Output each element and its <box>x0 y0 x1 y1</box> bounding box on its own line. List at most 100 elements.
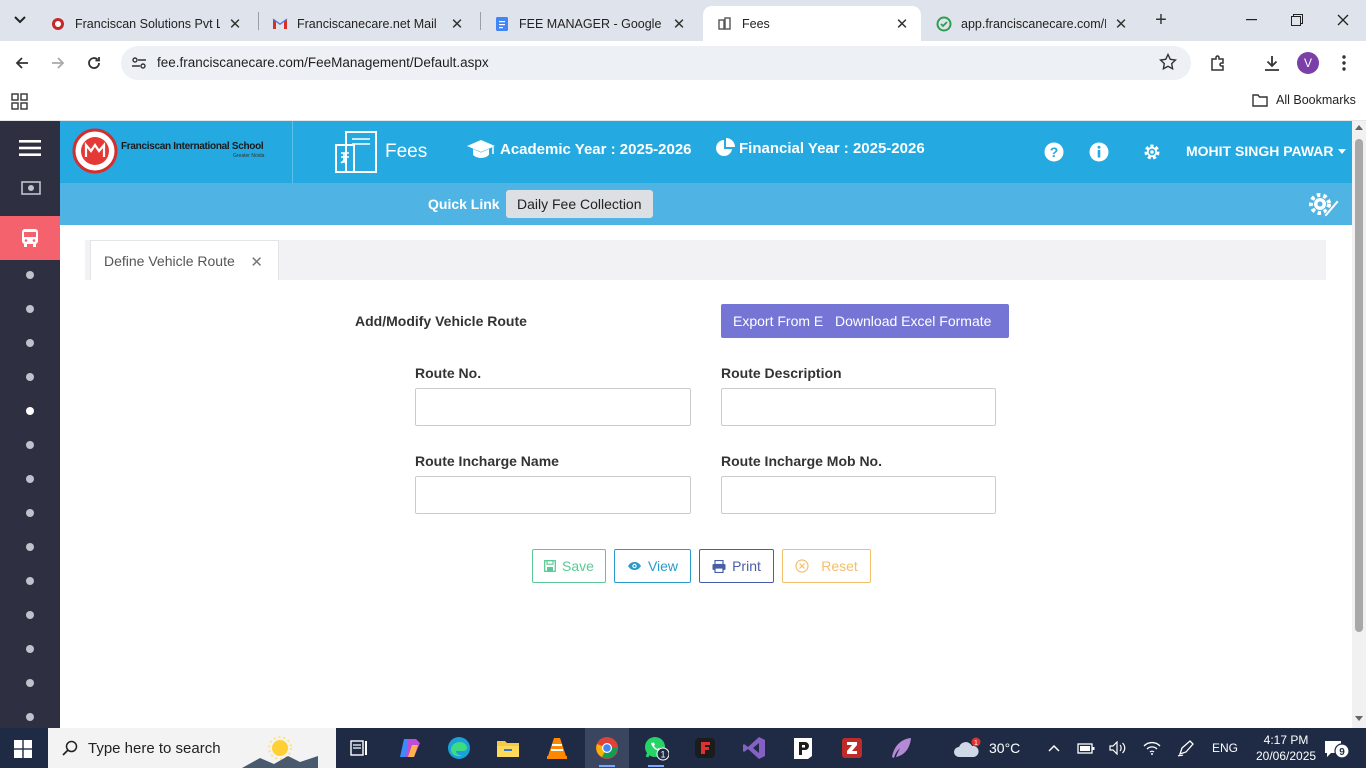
academic-year-selector[interactable]: Academic Year : 2025-2026 <box>466 138 692 160</box>
feather-app-icon[interactable] <box>879 728 923 768</box>
apps-grid-icon[interactable] <box>11 93 28 110</box>
help-icon[interactable]: ? <box>1044 142 1064 162</box>
reset-button[interactable]: Reset <box>782 549 871 583</box>
pen-icon[interactable] <box>1174 728 1198 768</box>
sidebar-subitem[interactable] <box>26 441 34 449</box>
hamburger-menu-icon[interactable] <box>19 140 41 156</box>
fees-module-title[interactable]: Fees <box>333 129 427 175</box>
incharge-name-label: Route Incharge Name <box>415 453 559 469</box>
sidebar-subitem[interactable] <box>26 475 34 483</box>
wifi-icon[interactable] <box>1140 728 1164 768</box>
save-button[interactable]: Save <box>532 549 606 583</box>
profile-button[interactable]: V <box>1294 49 1322 77</box>
minimize-button[interactable] <box>1228 0 1274 40</box>
copilot-icon[interactable] <box>388 728 432 768</box>
view-button[interactable]: View <box>614 549 691 583</box>
daily-fee-collection-button[interactable]: Daily Fee Collection <box>506 190 653 218</box>
edge-browser-icon[interactable] <box>437 728 481 768</box>
windows-start-icon[interactable] <box>14 740 32 758</box>
bookmark-star-icon[interactable] <box>1159 53 1179 73</box>
page-scrollbar[interactable] <box>1352 121 1366 728</box>
close-tab-icon[interactable]: ✕ <box>893 15 911 33</box>
close-tab-icon[interactable]: ✕ <box>448 15 466 33</box>
downloads-button[interactable] <box>1258 49 1286 77</box>
whatsapp-badge: 1 <box>660 750 665 760</box>
browser-menu-button[interactable] <box>1330 49 1358 77</box>
close-window-button[interactable] <box>1320 0 1366 40</box>
extensions-button[interactable] <box>1204 49 1232 77</box>
settings-gear-icon[interactable] <box>1142 142 1162 162</box>
close-icon[interactable]: ✕ <box>250 253 263 271</box>
chrome-icon[interactable] <box>585 728 629 768</box>
cash-icon[interactable] <box>21 181 41 195</box>
sidebar-subitem[interactable] <box>26 577 34 585</box>
info-icon[interactable] <box>1089 142 1109 162</box>
forward-button[interactable] <box>44 49 72 77</box>
save-label: Save <box>562 558 594 574</box>
incharge-name-input[interactable] <box>415 476 691 514</box>
scroll-up-arrow-icon[interactable] <box>1355 125 1363 130</box>
notification-center-icon[interactable]: 9 <box>1324 739 1350 759</box>
taskbar-search-box[interactable]: Type here to search <box>48 728 336 768</box>
close-tab-icon[interactable]: ✕ <box>670 15 688 33</box>
sidebar-subitem[interactable] <box>26 339 34 347</box>
sidebar-subitem[interactable] <box>26 611 34 619</box>
route-no-input[interactable] <box>415 388 691 426</box>
user-menu[interactable]: MOHIT SINGH PAWAR <box>1186 143 1346 159</box>
browser-tab-docs[interactable]: FEE MANAGER - Google Docs ✕ <box>480 6 698 41</box>
scroll-thumb[interactable] <box>1355 139 1363 632</box>
route-description-input[interactable] <box>721 388 996 426</box>
filezilla-icon[interactable] <box>830 728 874 768</box>
file-explorer-icon[interactable] <box>486 728 530 768</box>
back-button[interactable] <box>8 49 36 77</box>
vlc-icon[interactable] <box>535 728 579 768</box>
weather-widget-icon[interactable] <box>242 732 328 768</box>
taskbar-clock[interactable]: 4:17 PM 20/06/2025 <box>1256 732 1316 764</box>
temperature-text[interactable]: 30°C <box>989 740 1020 756</box>
sidebar-subitem[interactable] <box>26 305 34 313</box>
incharge-mobile-input[interactable] <box>721 476 996 514</box>
print-button[interactable]: Print <box>699 549 774 583</box>
site-info-icon[interactable] <box>129 53 149 73</box>
sidebar-subitem[interactable] <box>26 543 34 551</box>
close-tab-icon[interactable]: ✕ <box>1112 15 1130 33</box>
tab-search-button[interactable] <box>8 8 32 32</box>
language-indicator[interactable]: ENG <box>1212 741 1238 755</box>
browser-tab-app[interactable]: app.franciscanecare.com/Po ✕ <box>922 6 1140 41</box>
sidebar-subitem[interactable] <box>26 271 34 279</box>
scroll-down-arrow-icon[interactable] <box>1355 716 1363 721</box>
close-tab-icon[interactable]: ✕ <box>226 15 244 33</box>
all-bookmarks-button[interactable]: All Bookmarks <box>1252 93 1356 107</box>
whatsapp-icon[interactable]: 1 <box>634 728 678 768</box>
browser-tab-fees[interactable]: Fees ✕ <box>703 6 921 41</box>
sidebar-subitem[interactable] <box>26 645 34 653</box>
sidebar-subitem[interactable] <box>26 679 34 687</box>
restore-button[interactable] <box>1274 0 1320 40</box>
school-logo-area[interactable]: Franciscan International School Greater … <box>60 121 293 183</box>
tray-chevron-up-icon[interactable] <box>1042 728 1066 768</box>
sidebar-subitem[interactable] <box>26 509 34 517</box>
new-tab-button[interactable]: + <box>1150 9 1172 31</box>
tab-define-vehicle-route[interactable]: Define Vehicle Route ✕ <box>90 240 279 280</box>
customize-gear-icon[interactable] <box>1306 190 1340 218</box>
reload-button[interactable] <box>80 49 108 77</box>
weather-cloud-icon[interactable]: 1 <box>952 728 982 768</box>
print-label: Print <box>732 558 761 574</box>
p-app-icon[interactable] <box>781 728 825 768</box>
address-bar[interactable]: fee.franciscanecare.com/FeeManagement/De… <box>121 46 1191 80</box>
task-view-icon[interactable] <box>338 728 382 768</box>
sidebar-subitem[interactable] <box>26 713 34 721</box>
sidebar-subitem[interactable] <box>26 373 34 381</box>
financial-year-selector[interactable]: Financial Year : 2025-2026 <box>715 138 925 158</box>
sidebar-subitem-active[interactable] <box>26 407 34 415</box>
filezilla-red-icon[interactable] <box>683 728 727 768</box>
visual-studio-icon[interactable] <box>732 728 776 768</box>
download-excel-format-button[interactable]: Download Excel Formate <box>823 313 991 329</box>
export-from-excel-button[interactable]: Export From Excel <box>721 313 823 329</box>
battery-icon[interactable] <box>1074 728 1098 768</box>
volume-icon[interactable] <box>1106 728 1130 768</box>
browser-tab-franciscan[interactable]: Franciscan Solutions Pvt Ltd. ✕ <box>36 6 254 41</box>
section-title: Add/Modify Vehicle Route <box>355 313 527 329</box>
browser-tab-mail[interactable]: Franciscanecare.net Mail ✕ <box>258 6 476 41</box>
sidebar-item-transport[interactable] <box>0 216 60 260</box>
